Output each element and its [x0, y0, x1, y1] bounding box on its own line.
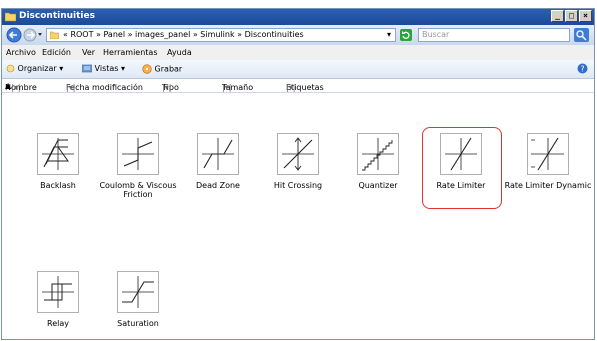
menu-ver[interactable]: Ver [82, 48, 95, 57]
menu-archivo[interactable]: Archivo [6, 48, 36, 57]
quantizer-block-icon [357, 133, 399, 175]
address-field[interactable]: « ROOT » Panel » images_panel » Simulink… [46, 28, 396, 42]
coulomb-friction-block-icon [117, 133, 159, 175]
file-relay[interactable]: Relay [18, 271, 98, 328]
rate-limiter-block-icon [440, 133, 482, 175]
file-quantizer[interactable]: Quantizer [338, 133, 418, 190]
search-icon[interactable] [574, 28, 589, 42]
file-label: Relay [47, 319, 69, 328]
file-label: Rate Limiter Dynamic [504, 181, 592, 190]
burn-button[interactable]: Grabar [142, 64, 182, 74]
back-forward-buttons[interactable] [6, 27, 42, 43]
column-headers: Nombre ▲ |▾| Fecha modificación |▾| Tipo… [2, 79, 594, 93]
column-date-label: Fecha modificación [66, 83, 143, 92]
window-buttons: _ □ × [551, 10, 592, 22]
title-bar: Discontinuities _ □ × [2, 9, 594, 25]
disc-icon [142, 64, 152, 74]
refresh-icon[interactable] [400, 29, 412, 41]
address-dropdown-icon[interactable]: ▾ [387, 29, 391, 41]
folder-icon [5, 12, 16, 22]
organize-label: Organizar ▾ [17, 64, 64, 73]
file-backlash[interactable]: Backlash [18, 133, 98, 190]
dead-zone-block-icon [197, 133, 239, 175]
menu-edicion[interactable]: Edición [42, 48, 71, 57]
folder-icon [50, 31, 59, 39]
views-icon [81, 64, 93, 73]
file-label: Backlash [40, 181, 76, 190]
window-title: Discontinuities [19, 11, 95, 21]
minimize-button[interactable]: _ [551, 10, 564, 22]
caption-strip [0, 0, 597, 8]
search-input[interactable]: Buscar [418, 28, 570, 42]
menu-herramientas[interactable]: Herramientas [103, 48, 158, 57]
column-name-label: Nombre [5, 83, 37, 92]
file-saturation[interactable]: Saturation [98, 271, 178, 328]
rate-limiter-dynamic-block-icon [527, 133, 569, 175]
command-bar: Organizar ▾ Vistas ▾ Grabar ? [2, 60, 594, 79]
menu-bar: Archivo Edición Ver Herramientas Ayuda [2, 45, 594, 60]
saturation-block-icon [117, 271, 159, 313]
menu-ayuda[interactable]: Ayuda [167, 48, 192, 57]
close-button[interactable]: × [579, 10, 592, 22]
file-rate-limiter-dynamic[interactable]: Rate Limiter Dynamic [502, 133, 594, 190]
file-rate-limiter[interactable]: Rate Limiter [421, 133, 501, 190]
address-bar: « ROOT » Panel » images_panel » Simulink… [2, 25, 594, 45]
file-coulomb-viscous-friction[interactable]: Coulomb & Viscous Friction [98, 133, 178, 199]
file-label: Saturation [117, 319, 159, 328]
views-button[interactable]: Vistas ▾ [81, 64, 125, 73]
file-hit-crossing[interactable]: Hit Crossing [258, 133, 338, 190]
column-name[interactable]: Nombre ▲ |▾| [5, 81, 37, 92]
backlash-block-icon [37, 133, 79, 175]
file-label: Coulomb & Viscous Friction [99, 181, 177, 199]
file-label: Quantizer [358, 181, 398, 190]
burn-label: Grabar [154, 64, 183, 74]
hit-crossing-block-icon [277, 133, 319, 175]
file-label: Rate Limiter [436, 181, 486, 190]
views-label: Vistas ▾ [94, 64, 125, 73]
file-dead-zone[interactable]: Dead Zone [178, 133, 258, 190]
address-path: « ROOT » Panel » images_panel » Simulink… [63, 30, 304, 39]
maximize-button[interactable]: □ [565, 10, 578, 22]
file-label: Hit Crossing [273, 181, 323, 190]
relay-block-icon [37, 271, 79, 313]
file-label: Dead Zone [196, 181, 240, 190]
help-icon[interactable]: ? [577, 63, 588, 74]
organize-icon [6, 64, 15, 73]
explorer-window: Discontinuities _ □ × « ROOT » Panel » i… [1, 8, 595, 340]
svg-text:?: ? [580, 64, 584, 73]
organize-button[interactable]: Organizar ▾ [6, 64, 63, 73]
